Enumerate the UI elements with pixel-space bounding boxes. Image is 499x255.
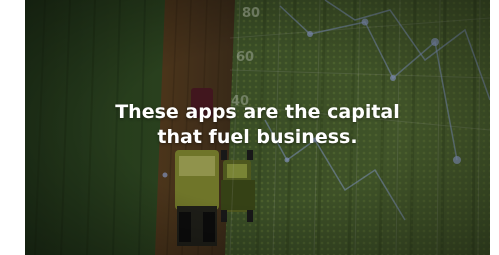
overlay-tick-label: 60 [236, 50, 255, 65]
caption-line-2: that fuel business. [157, 126, 358, 148]
video-frame: 80 60 40 These apps are the capital that… [25, 0, 490, 255]
caption-line-1: These apps are the capital [115, 101, 400, 123]
overlay-tick-label: 80 [242, 6, 261, 21]
video-caption: These apps are the capital that fuel bus… [25, 100, 490, 150]
